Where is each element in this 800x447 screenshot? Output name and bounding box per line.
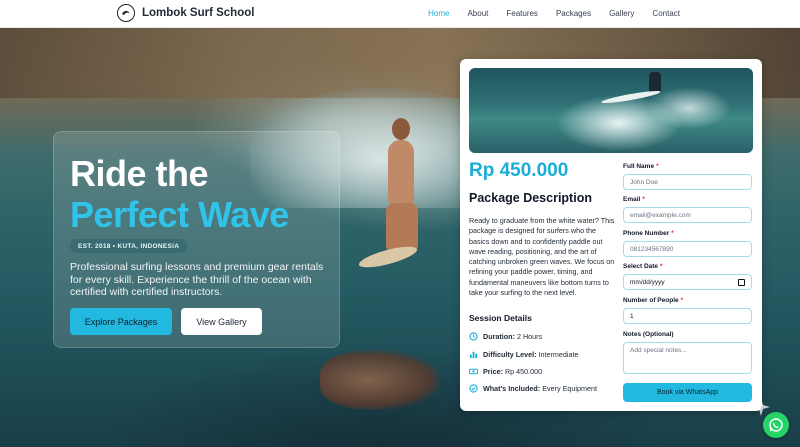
- nav-packages[interactable]: Packages: [556, 9, 591, 18]
- nav-gallery[interactable]: Gallery: [609, 9, 634, 18]
- full-name-input[interactable]: John Doe: [623, 174, 752, 190]
- notes-textarea[interactable]: Add special notes...: [623, 342, 752, 374]
- whatsapp-icon: [769, 418, 783, 432]
- hero-title-line2: Perfect Wave: [70, 194, 289, 235]
- date-input[interactable]: mm/dd/yyyy: [623, 274, 752, 290]
- package-image: [469, 68, 753, 153]
- book-via-whatsapp-button[interactable]: Book via WhatsApp: [623, 383, 752, 402]
- view-gallery-button[interactable]: View Gallery: [181, 308, 262, 335]
- session-included: What's Included: Every Equipment: [469, 384, 597, 393]
- people-input[interactable]: 1: [623, 308, 752, 324]
- package-description: Ready to graduate from the white water? …: [469, 216, 615, 298]
- money-icon: [469, 367, 478, 376]
- brand[interactable]: Lombok Surf School: [117, 4, 254, 22]
- nav-contact[interactable]: Contact: [652, 9, 680, 18]
- explore-packages-button[interactable]: Explore Packages: [70, 308, 172, 335]
- nav-about[interactable]: About: [467, 9, 488, 18]
- notes-label: Notes (Optional): [623, 331, 674, 338]
- package-price: Rp 450.000: [469, 160, 569, 181]
- people-label: Number of People *: [623, 297, 684, 304]
- clock-icon: [469, 332, 478, 341]
- hero-title-line1: Ride the: [70, 153, 209, 194]
- established-badge: EST. 2018 • KUTA, INDONESIA: [70, 239, 188, 253]
- surf-logo-icon: [117, 4, 135, 22]
- booking-card: Rp 450.000 Package Description Ready to …: [460, 59, 762, 411]
- session-difficulty: Difficulty Level: Intermediate: [469, 350, 578, 359]
- nav-features[interactable]: Features: [506, 9, 538, 18]
- session-price: Price: Rp 450.000: [469, 367, 542, 376]
- date-label: Select Date *: [623, 263, 663, 270]
- full-name-label: Full Name *: [623, 163, 659, 170]
- phone-input[interactable]: 081234567890: [623, 241, 752, 257]
- phone-label: Phone Number *: [623, 230, 674, 237]
- bar-chart-icon: [469, 350, 478, 359]
- session-duration: Duration: 2 Hours: [469, 332, 542, 341]
- email-label: Email *: [623, 196, 645, 203]
- email-input[interactable]: email@example.com: [623, 207, 752, 223]
- package-title: Package Description: [469, 191, 592, 205]
- nav-home[interactable]: Home: [428, 9, 449, 18]
- session-details-title: Session Details: [469, 313, 532, 323]
- sparkle-icon: [752, 398, 770, 416]
- calendar-icon[interactable]: [738, 279, 745, 286]
- main-nav: Home About Features Packages Gallery Con…: [410, 9, 680, 18]
- whatsapp-floating-button[interactable]: [763, 412, 789, 438]
- hero-description: Professional surfing lessons and premium…: [70, 261, 324, 298]
- top-navbar: Lombok Surf School Home About Features P…: [0, 0, 800, 28]
- check-circle-icon: [469, 384, 478, 393]
- brand-name: Lombok Surf School: [142, 7, 255, 19]
